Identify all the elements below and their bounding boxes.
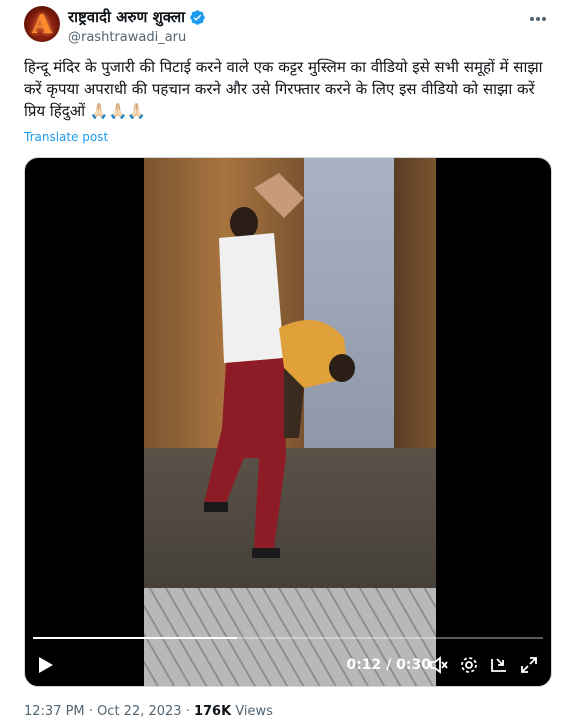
more-options-button[interactable] <box>527 8 549 30</box>
more-dot-icon <box>536 17 540 21</box>
avatar-letter: A <box>31 10 53 40</box>
more-dot-icon <box>530 17 534 21</box>
video-time: 0:12 / 0:30 <box>346 657 431 673</box>
bent-person <box>279 320 355 438</box>
tweet-text: हिन्दू मंदिर के पुजारी की पिटाई करने वाल… <box>24 58 548 120</box>
video-current-time: 0:12 <box>346 657 382 673</box>
more-dot-icon <box>542 17 546 21</box>
translate-post-link[interactable]: Translate post <box>24 130 108 144</box>
post-date[interactable]: Oct 22, 2023 <box>97 704 182 719</box>
views-label: Views <box>231 704 273 719</box>
pip-icon[interactable] <box>489 655 509 675</box>
avatar[interactable]: A <box>24 6 60 42</box>
video-controls: 0:12 / 0:30 <box>25 652 551 682</box>
tweet-meta: 12:37 PM · Oct 22, 2023 · 176K Views <box>24 704 273 719</box>
meta-separator: · <box>181 704 194 719</box>
views-count: 176K <box>193 704 232 719</box>
play-icon[interactable] <box>39 657 53 673</box>
video-time-separator: / <box>381 657 397 673</box>
video-frame <box>144 158 436 686</box>
video-duration: 0:30 <box>396 657 431 673</box>
post-time[interactable]: 12:37 PM <box>24 704 85 719</box>
settings-gear-icon[interactable] <box>459 655 479 675</box>
verified-badge-icon[interactable] <box>189 9 206 26</box>
author-name-line: राष्ट्रवादी अरुण शुक्ला <box>68 7 206 27</box>
video-progress-bar[interactable] <box>33 637 543 639</box>
author-display-name[interactable]: राष्ट्रवादी अरुण शुक्ला <box>68 7 185 27</box>
fullscreen-icon[interactable] <box>519 655 539 675</box>
video-progress-fill <box>33 637 237 639</box>
author-handle[interactable]: @rashtrawadi_aru <box>68 30 186 45</box>
video-player[interactable]: 0:12 / 0:30 <box>24 157 552 687</box>
meta-separator: · <box>84 704 98 719</box>
mute-icon[interactable] <box>429 655 449 675</box>
